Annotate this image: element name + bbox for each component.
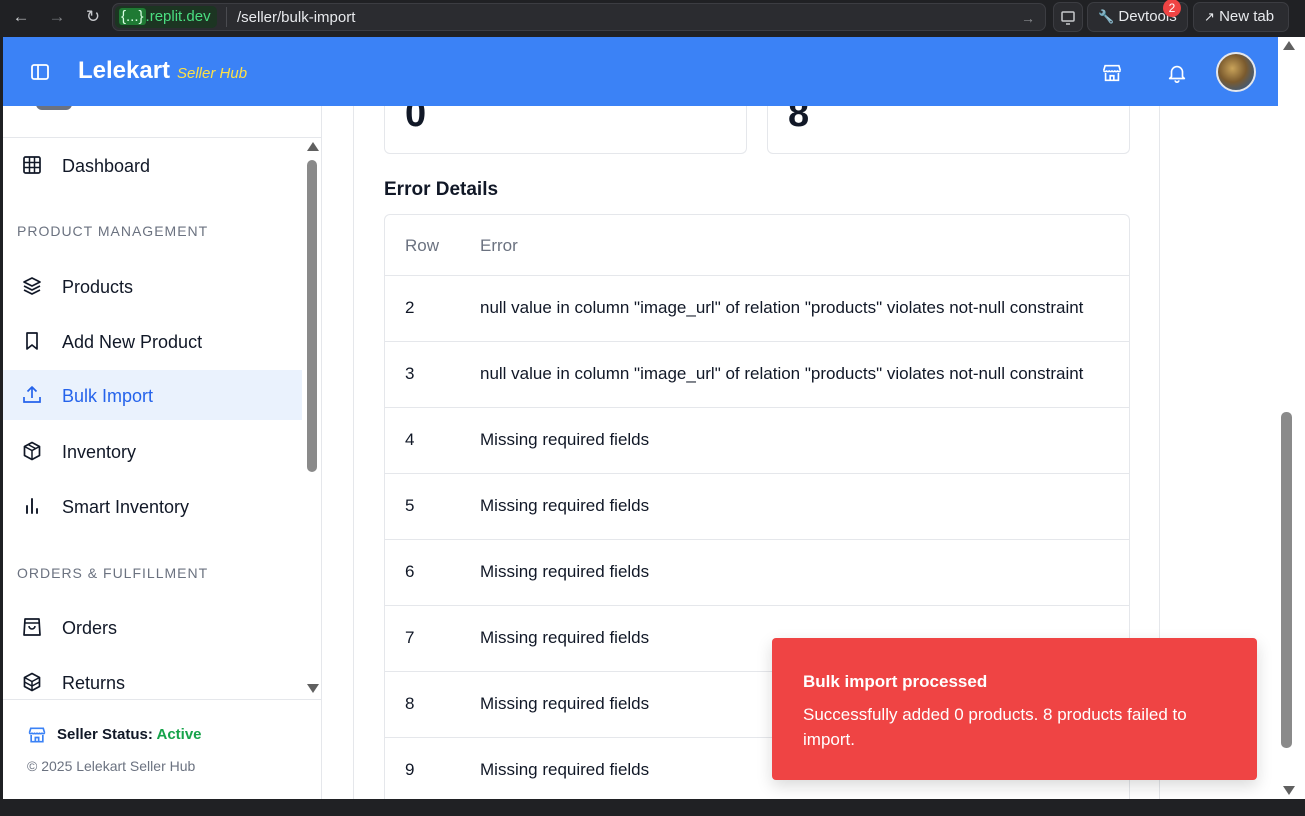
user-avatar[interactable] xyxy=(1216,52,1256,92)
sidebar-toggle-icon[interactable] xyxy=(30,62,50,82)
browser-toolbar: ← → ↻ {...} .replit.dev /seller/bulk-impo… xyxy=(0,0,1305,37)
section-label-product-management: PRODUCT MANAGEMENT xyxy=(17,223,209,239)
wrench-icon: 🔧 xyxy=(1098,9,1115,24)
sidebar-item-smart-inventory[interactable]: Smart Inventory xyxy=(3,481,302,531)
taskbar-strip xyxy=(0,799,1305,816)
cell-error: Missing required fields xyxy=(480,562,650,581)
new-tab-label: New tab xyxy=(1219,8,1275,25)
error-details-title: Error Details xyxy=(384,179,499,200)
table-header-row: Row Error xyxy=(385,215,1129,276)
sidebar-item-label: Bulk Import xyxy=(62,386,154,406)
seller-status-value: Active xyxy=(156,726,202,743)
store-icon xyxy=(28,727,46,743)
sidebar-item-label: Smart Inventory xyxy=(62,497,190,517)
scroll-down-icon[interactable] xyxy=(307,684,319,693)
bar-chart-icon xyxy=(26,498,38,514)
package-return-icon xyxy=(23,672,41,692)
url-domain: {...} .replit.dev xyxy=(115,6,217,28)
cell-row: 9 xyxy=(405,760,415,779)
sidebar-footer: Seller Status: Active © 2025 Lelekart Se… xyxy=(3,699,321,799)
scrollbar-thumb[interactable] xyxy=(1281,412,1292,748)
table-row: 3 null value in column "image_url" of rel… xyxy=(385,342,1129,408)
cell-row: 7 xyxy=(405,628,415,647)
external-link-icon: ↗ xyxy=(1204,9,1215,24)
sidebar-item-label: Inventory xyxy=(62,442,137,462)
cell-error: Missing required fields xyxy=(480,430,650,449)
cell-row: 8 xyxy=(405,694,415,713)
cell-error: Missing required fields xyxy=(480,628,650,647)
scrollbar-thumb[interactable] xyxy=(307,160,317,472)
replit-braces-icon: {...} xyxy=(119,8,146,25)
sidebar-item-products[interactable]: Products xyxy=(3,261,302,311)
table-row: 5 Missing required fields xyxy=(385,474,1129,540)
bookmark-icon xyxy=(26,332,38,350)
layers-icon xyxy=(23,277,41,295)
scroll-up-icon[interactable] xyxy=(1283,41,1295,50)
package-icon xyxy=(23,441,41,461)
scroll-up-icon[interactable] xyxy=(307,142,319,151)
toast-description: Successfully added 0 products. 8 product… xyxy=(803,705,1187,749)
url-path[interactable]: /seller/bulk-import xyxy=(237,8,355,28)
app-header: Lelekart Seller Hub xyxy=(3,37,1278,106)
scroll-down-icon[interactable] xyxy=(1283,786,1295,795)
sidebar-item-orders[interactable]: Orders xyxy=(3,602,302,652)
sidebar-item-label: Orders xyxy=(62,618,118,638)
seller-status: Seller Status: Active xyxy=(57,726,202,743)
sidebar-item-add-new-product[interactable]: Add New Product xyxy=(3,316,302,366)
url-domain-text: .replit.dev xyxy=(145,8,211,25)
table-row: 6 Missing required fields xyxy=(385,540,1129,606)
monitor-icon xyxy=(1061,11,1075,25)
back-arrow-icon[interactable]: ← xyxy=(10,6,32,28)
sidebar-item-returns[interactable]: Returns xyxy=(3,657,302,699)
sidebar-scrollbar[interactable] xyxy=(305,140,319,695)
devtools-badge: 2 xyxy=(1163,0,1181,17)
cell-row: 3 xyxy=(405,364,415,383)
cell-row: 5 xyxy=(405,496,415,515)
table-row: 2 null value in column "image_url" of rel… xyxy=(385,276,1129,342)
sidebar-item-bulk-import[interactable]: Bulk Import xyxy=(3,370,302,420)
sidebar-item-inventory[interactable]: Inventory xyxy=(3,426,302,476)
bell-icon[interactable] xyxy=(1166,62,1188,84)
sidebar-item-label: Dashboard xyxy=(62,156,151,176)
sidebar-item-label: Returns xyxy=(62,673,126,693)
cell-row: 4 xyxy=(405,430,415,449)
devtools-button[interactable]: 🔧 Devtools 2 xyxy=(1087,0,1188,32)
column-header-error: Error xyxy=(480,236,518,255)
cell-error: Missing required fields xyxy=(480,496,650,515)
toast-title: Bulk import processed xyxy=(803,672,988,691)
table-row: 4 Missing required fields xyxy=(385,408,1129,474)
cell-row: 2 xyxy=(405,298,415,317)
cell-error: Missing required fields xyxy=(480,760,650,779)
forward-arrow-icon[interactable]: → xyxy=(46,6,68,28)
grid-icon xyxy=(23,156,41,174)
upload-icon xyxy=(23,386,41,403)
screen-icon-button[interactable] xyxy=(1053,2,1083,32)
cell-error: Missing required fields xyxy=(480,694,650,713)
page-scrollbar[interactable] xyxy=(1278,37,1305,799)
reload-icon[interactable]: ↻ xyxy=(82,6,104,28)
brand-subtitle: Seller Hub xyxy=(177,65,248,82)
store-icon[interactable] xyxy=(1101,62,1123,84)
seller-status-label: Seller Status: xyxy=(57,726,153,743)
shopping-bag-icon xyxy=(23,618,41,636)
sidebar-item-label: Products xyxy=(62,277,134,297)
column-header-row: Row xyxy=(405,236,440,255)
sidebar-item-label: Add New Product xyxy=(62,332,203,352)
sidebar-nav: Dashboard PRODUCT MANAGEMENT Products Ad… xyxy=(3,138,321,699)
section-label-orders-fulfillment: ORDERS & FULFILLMENT xyxy=(17,565,209,581)
go-arrow-icon[interactable]: → xyxy=(1021,8,1035,28)
brand-logo[interactable]: Lelekart xyxy=(78,57,170,85)
url-separator xyxy=(226,7,227,27)
toast-notification[interactable]: Bulk import processed Successfully added… xyxy=(772,638,1257,780)
cell-error: null value in column "image_url" of rela… xyxy=(480,364,1084,383)
sidebar: Dashboard PRODUCT MANAGEMENT Products Ad… xyxy=(3,104,322,799)
address-bar[interactable]: {...} .replit.dev /seller/bulk-import → xyxy=(112,3,1046,31)
copyright-text: © 2025 Lelekart Seller Hub xyxy=(27,758,196,774)
new-tab-button[interactable]: ↗ New tab xyxy=(1193,2,1289,32)
app-window: Lelekart Seller Hub Dashboard PRODUCT MA… xyxy=(3,37,1278,799)
cell-row: 6 xyxy=(405,562,415,581)
sidebar-item-dashboard[interactable]: Dashboard xyxy=(3,140,302,190)
cell-error: null value in column "image_url" of rela… xyxy=(480,298,1084,317)
